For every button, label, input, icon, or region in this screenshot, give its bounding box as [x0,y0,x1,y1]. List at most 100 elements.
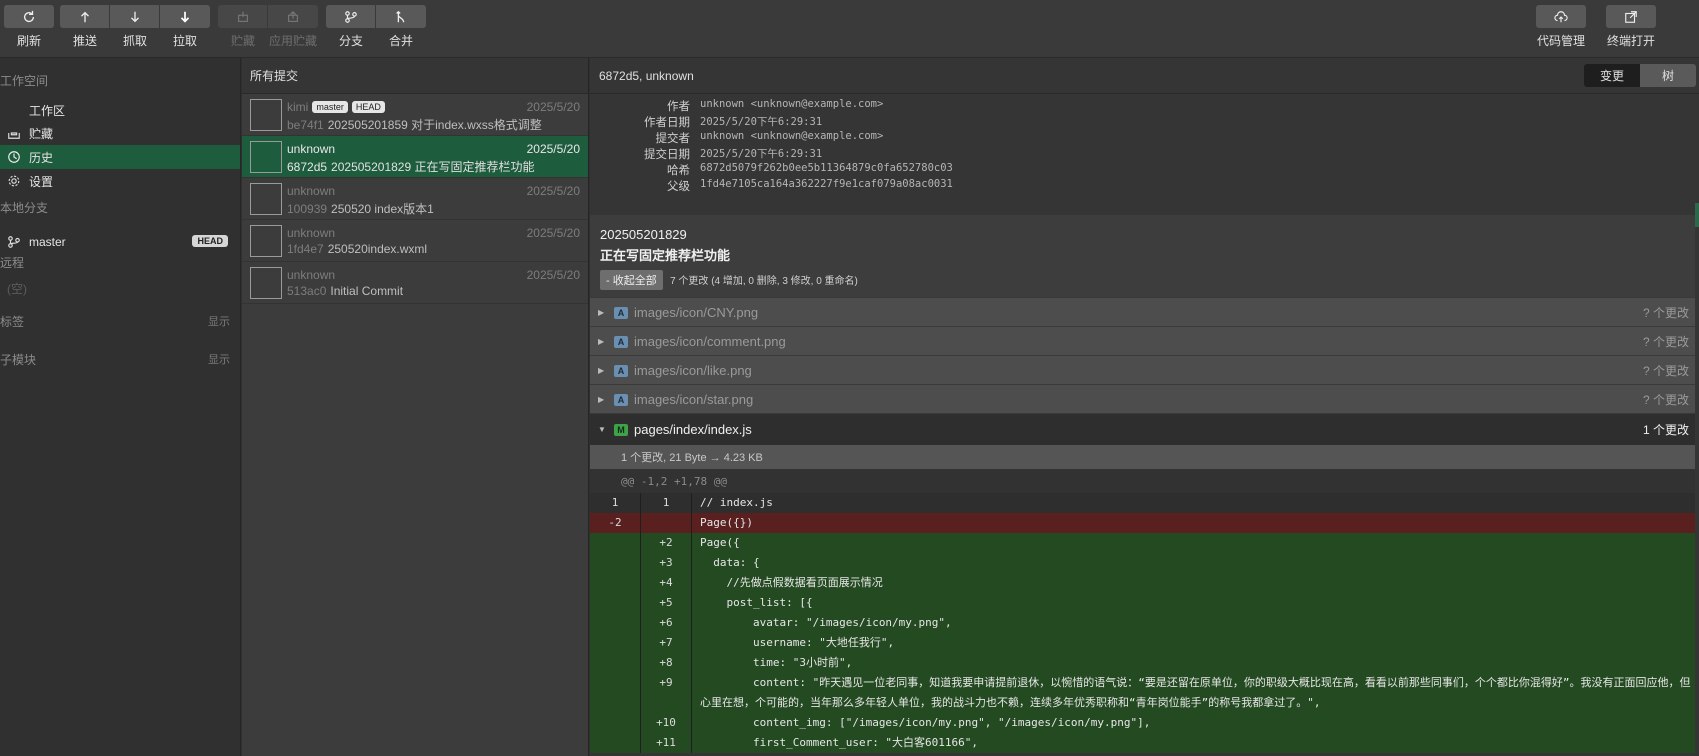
remote-group [60,5,210,28]
commit-date: 2025/5/20 [526,268,580,282]
commit-row[interactable]: unknown 2025/5/20 513ac0 Initial Commit [242,262,588,304]
old-line-number: -2 [590,513,641,533]
new-line-number: +4 [641,573,692,593]
meta-key: 父级 [667,181,690,193]
new-line-number: +3 [641,553,692,573]
old-line-number [590,733,641,753]
push-button[interactable] [60,5,110,28]
sidebar-item-label: 工作区 [29,103,66,118]
branch-label: 分支 [338,34,363,48]
file-row[interactable]: ▼ M pages/index/index.js 1 个更改 [590,413,1695,445]
collapse-all-button[interactable]: - 收起全部 [600,270,663,290]
expand-arrow-icon: ▶ [598,366,605,375]
terminal-button[interactable] [1606,5,1656,28]
pull-label: 拉取 [172,34,197,48]
file-change-count: 1 个更改 [1642,423,1689,437]
commit-row[interactable]: kimi master HEAD 2025/5/20 be74f1 2025052… [242,94,588,136]
branch-button[interactable] [326,5,376,28]
refresh-button[interactable] [4,5,54,28]
push-icon [80,11,89,22]
file-row[interactable]: ▶ A images/icon/CNY.png ? 个更改 [590,297,1695,327]
fetch-button[interactable] [110,5,160,28]
gear-icon [7,174,21,188]
commit-author: unknown [287,184,336,198]
line-code: content: "昨天遇见一位老同事，知道我要申请提前退休，以惋惜的语气说：“… [700,676,1691,709]
submodules-show-link[interactable]: 显示 [208,351,230,367]
cloud-upload-icon [1554,10,1568,22]
change-summary: 7 个更改 (4 增加, 0 删除, 3 修改, 0 重命名) [670,276,858,287]
meta-value: unknown <unknown@example.com> [700,98,884,110]
stash-group [218,5,318,28]
diff-line: +11 first_Comment_user: "大白客601166", [590,733,1695,753]
sidebar-item-settings[interactable]: 设置 [0,169,240,193]
diff-line: +3 data: { [590,553,1695,573]
avatar [250,141,282,173]
sidebar-item-history[interactable]: 历史 [0,145,240,169]
line-code: data: { [700,556,760,569]
file-name: images/icon/comment.png [634,334,786,349]
refresh-label: 刷新 [16,34,41,48]
commit-detail: 6872d5, unknown 变更 树 作者 unknown <unknown@… [590,58,1699,756]
avatar [250,99,282,131]
commit-author: unknown [287,268,336,282]
detail-title: 6872d5, unknown [599,68,694,83]
diff-lines: 1 1 // index.js -2 Page({}) +2 Page({ +3 dat… [590,493,1695,753]
stash-icon [7,126,21,140]
commit-message-box: 202505201829 正在写固定推荐栏功能 - 收起全部 7 个更改 (4 … [590,215,1695,297]
file-change-count: ? 个更改 [1642,306,1689,320]
diff-line: +2 Page({ [590,533,1695,553]
commit-author: kimi [287,100,309,114]
meta-value: 1fd4e7105ca164a362227f9e1caf079a08ac0031 [700,178,953,190]
old-line-number [590,633,641,653]
expand-arrow-icon: ▶ [598,337,605,346]
diff-hunk-header: @@ -1,2 +1,78 @@ [590,469,1695,493]
sidebar-item-workspace[interactable]: 工作区 [0,98,240,122]
toolbar: 刷新 推送 抓取 拉取 贮藏 应用贮藏 分支 合并 代码管理 终端打开 [0,0,1699,58]
pull-button[interactable] [160,5,210,28]
code-mgmt-button[interactable] [1536,5,1586,28]
merge-button[interactable] [376,5,426,28]
commit-row[interactable]: unknown 2025/5/20 100939 250520 index版本1 [242,178,588,220]
workspace-section-title: 工作空间 [0,74,49,88]
line-code: time: "3小时前", [700,656,853,669]
tab-changes[interactable]: 变更 [1584,64,1640,87]
tab-tree[interactable]: 树 [1640,64,1696,87]
commit-date: 2025/5/20 [526,184,580,198]
commit-author: unknown [287,142,336,156]
remote-empty: (空) [7,282,27,296]
line-code: Page({ [700,536,740,549]
apply-stash-button[interactable] [268,5,318,28]
history-icon [7,150,21,164]
commit-message: 250520index.wxml [327,242,428,256]
file-row[interactable]: ▶ A images/icon/like.png ? 个更改 [590,355,1695,385]
commit-message: 202505201859 对于index.wxss格式调整 [327,118,542,132]
branch-icon [344,10,357,23]
sidebar-item-stash[interactable]: 贮藏 [0,121,240,145]
branch-group [326,5,426,28]
code-mgmt-label: 代码管理 [1536,34,1585,48]
commit-date: 2025/5/20 [526,100,580,114]
file-name: images/icon/star.png [634,392,754,407]
file-row[interactable]: ▶ A images/icon/star.png ? 个更改 [590,384,1695,414]
new-line-number: +10 [641,713,692,733]
diff-line: +5 post_list: [{ [590,593,1695,613]
commit-row[interactable]: unknown 2025/5/20 6872d5 202505201829 正在写… [242,136,588,178]
blank-icon [7,103,21,117]
commit-message-line2: 正在写固定推荐栏功能 [600,248,731,263]
branch-item-master[interactable]: master HEAD [0,230,240,254]
branch-badge: master [312,101,348,113]
diff-line: +4 //先做点假数据看页面展示情况 [590,573,1695,593]
meta-row: 提交日期 2025/5/20下午6:29:31 [590,146,1695,162]
old-line-number [590,713,641,733]
head-badge: HEAD [351,101,385,113]
commit-row[interactable]: unknown 2025/5/20 1fd4e7 250520index.wxml [242,220,588,262]
sidebar-item-label: 设置 [29,174,54,189]
line-code: post_list: [{ [700,596,813,609]
stash-button[interactable] [218,5,268,28]
file-row[interactable]: ▶ A images/icon/comment.png ? 个更改 [590,326,1695,356]
commit-list: 所有提交 kimi master HEAD 2025/5/20 be74f1 20… [242,58,589,756]
old-line-number [590,573,641,593]
meta-value: 6872d5079f262b0ee5b11364879c0fa652780c03 [700,162,953,174]
diff-line: +10 content_img: ["/images/icon/my.png",… [590,713,1695,733]
tags-show-link[interactable]: 显示 [208,313,230,329]
